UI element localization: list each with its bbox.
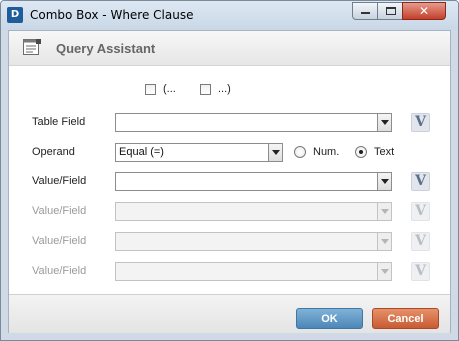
query-assistant-icon — [23, 39, 41, 55]
close-paren-checkbox[interactable] — [200, 84, 211, 95]
chevron-down-icon — [381, 179, 389, 184]
value-field-v-button-2: V — [411, 202, 430, 221]
table-field-v-button[interactable]: V — [411, 113, 430, 132]
chevron-down-icon — [381, 120, 389, 125]
query-assistant-header: Query Assistant — [9, 31, 450, 66]
cancel-button[interactable]: Cancel — [372, 308, 439, 329]
table-field-dropdown-button[interactable] — [377, 114, 391, 131]
minimize-icon — [361, 12, 370, 14]
table-field-combo[interactable] — [115, 113, 392, 132]
value-field-dropdown-button-3 — [377, 233, 391, 250]
title-bar[interactable]: D Combo Box - Where Clause ✕ — [1, 1, 458, 30]
value-field-label-2: Value/Field — [32, 205, 87, 217]
header-title: Query Assistant — [56, 41, 156, 56]
close-icon: ✕ — [418, 4, 430, 18]
value-field-combo-3 — [115, 232, 392, 251]
maximize-button[interactable] — [377, 2, 403, 20]
operand-label: Operand — [32, 146, 75, 158]
app-logo-icon: D — [7, 7, 23, 23]
open-paren-checkbox[interactable] — [145, 84, 156, 95]
open-paren-label: (... — [163, 83, 176, 95]
value-field-combo-2 — [115, 202, 392, 221]
operand-combo[interactable]: Equal (=) — [115, 143, 283, 162]
table-field-label: Table Field — [32, 116, 86, 128]
operand-dropdown-button[interactable] — [268, 144, 282, 161]
num-radio[interactable] — [294, 146, 306, 158]
value-field-v-button-3: V — [411, 232, 430, 251]
text-radio-label: Text — [374, 146, 395, 158]
dialog-body: Query Assistant (... ...) Table Field V … — [8, 30, 451, 333]
close-button[interactable]: ✕ — [402, 2, 446, 20]
value-field-label-1: Value/Field — [32, 175, 87, 187]
radio-selected-dot — [359, 150, 363, 154]
minimize-button[interactable] — [352, 2, 378, 20]
window-title: Combo Box - Where Clause — [30, 8, 194, 22]
value-field-v-button-1[interactable]: V — [411, 172, 430, 191]
value-field-label-3: Value/Field — [32, 235, 87, 247]
maximize-icon — [386, 7, 396, 15]
chevron-down-icon — [381, 239, 389, 244]
value-field-combo-4 — [115, 262, 392, 281]
value-field-dropdown-button-1[interactable] — [377, 173, 391, 190]
operand-value: Equal (=) — [119, 146, 164, 158]
chevron-down-icon — [381, 209, 389, 214]
value-field-dropdown-button-4 — [377, 263, 391, 280]
text-radio[interactable] — [355, 146, 367, 158]
value-field-combo-1[interactable] — [115, 172, 392, 191]
num-radio-label: Num. — [313, 146, 340, 158]
value-field-label-4: Value/Field — [32, 265, 87, 277]
chevron-down-icon — [381, 269, 389, 274]
chevron-down-icon — [272, 150, 280, 155]
value-field-v-button-4: V — [411, 262, 430, 281]
ok-button[interactable]: OK — [296, 308, 363, 329]
dialog-window: D Combo Box - Where Clause ✕ Query Assis… — [0, 0, 459, 341]
value-field-dropdown-button-2 — [377, 203, 391, 220]
close-paren-label: ...) — [218, 83, 231, 95]
